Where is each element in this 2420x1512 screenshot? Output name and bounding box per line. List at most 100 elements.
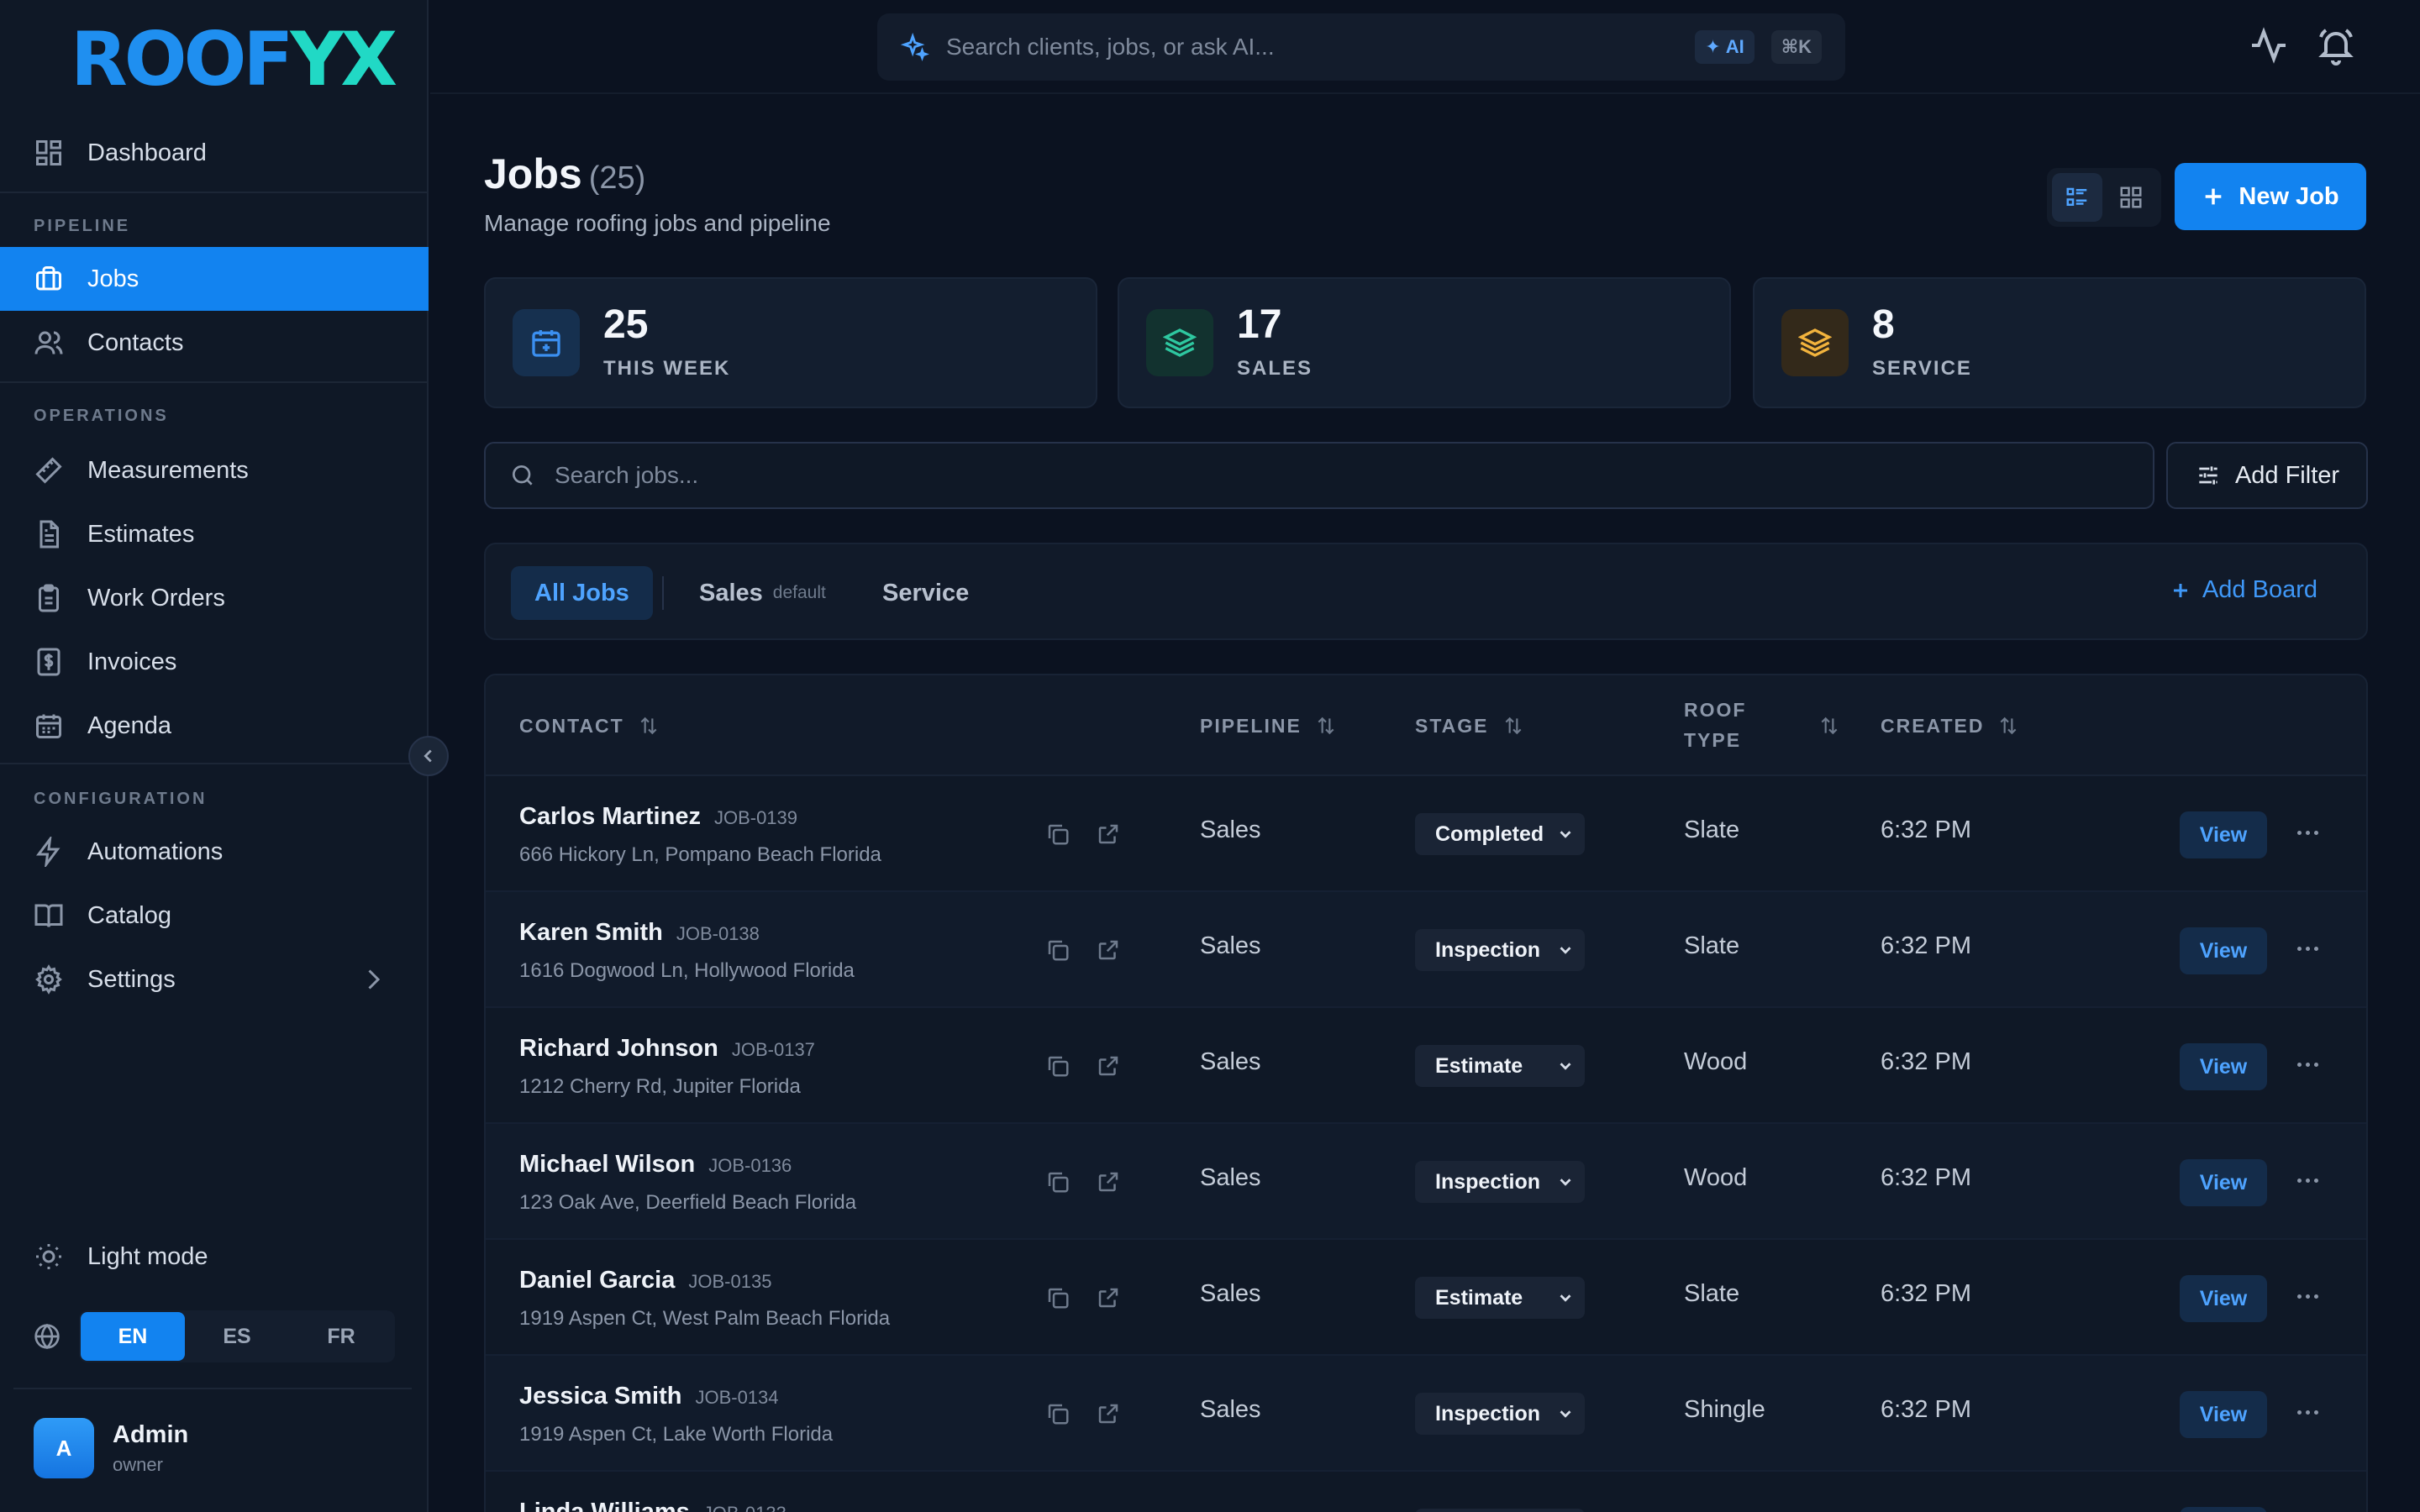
- more-options-button[interactable]: [2291, 1399, 2324, 1425]
- column-pipeline[interactable]: PIPELINE: [1200, 675, 1337, 776]
- more-options-button[interactable]: [2291, 936, 2324, 961]
- app-logo[interactable]: ROOFYX: [71, 16, 397, 102]
- tab-all-jobs[interactable]: All Jobs: [511, 566, 653, 620]
- light-mode-toggle[interactable]: Light mode: [0, 1225, 429, 1289]
- roof-type-cell: Wood: [1684, 1164, 1748, 1191]
- stage-select[interactable]: Completed: [1415, 813, 1585, 855]
- stage-select[interactable]: Inspection: [1415, 1509, 1585, 1512]
- more-options-button[interactable]: [2291, 1284, 2324, 1309]
- contact-name[interactable]: Richard Johnson JOB-0137: [519, 1035, 815, 1063]
- bell-icon[interactable]: [2316, 25, 2356, 66]
- copy-icon[interactable]: [1045, 937, 1071, 963]
- copy-icon[interactable]: [1045, 1169, 1071, 1194]
- sidebar-item-work-orders[interactable]: Work Orders: [0, 566, 429, 630]
- sidebar-item-measurements[interactable]: Measurements: [0, 438, 429, 502]
- view-button[interactable]: View: [2180, 1507, 2267, 1512]
- sort-icon: [2001, 717, 2017, 735]
- dot-icon: [2313, 1178, 2318, 1183]
- list-view-button[interactable]: [2052, 173, 2102, 222]
- column-created[interactable]: CREATED: [1881, 675, 2019, 776]
- more-options-button[interactable]: [2291, 1052, 2324, 1077]
- roof-type-cell: Slate: [1684, 816, 1740, 843]
- table-row[interactable]: Richard Johnson JOB-0137 1212 Cherry Rd, …: [486, 1008, 2366, 1124]
- sidebar-item-automations[interactable]: Automations: [0, 820, 429, 884]
- sidebar-item-jobs[interactable]: Jobs: [0, 247, 429, 311]
- collapse-sidebar-button[interactable]: [408, 736, 449, 776]
- sidebar-item-estimates[interactable]: Estimates: [0, 502, 429, 566]
- add-board-button[interactable]: Add Board: [2170, 576, 2317, 604]
- view-button[interactable]: View: [2180, 1275, 2267, 1322]
- language-en-button[interactable]: EN: [81, 1312, 185, 1361]
- language-fr-button[interactable]: FR: [289, 1312, 393, 1361]
- dot-icon: [2296, 1410, 2302, 1415]
- sidebar-item-catalog[interactable]: Catalog: [0, 884, 429, 948]
- sidebar-divider: [0, 381, 429, 383]
- stat-icon-box: [1146, 309, 1213, 376]
- language-es-button[interactable]: ES: [185, 1312, 289, 1361]
- stage-select[interactable]: Inspection: [1415, 1393, 1585, 1435]
- stage-select[interactable]: Inspection: [1415, 1161, 1585, 1203]
- copy-icon[interactable]: [1045, 1285, 1071, 1310]
- external-link-icon[interactable]: [1096, 822, 1121, 847]
- column-label: TYPE: [1684, 729, 1742, 751]
- job-search-placeholder: Search jobs...: [555, 462, 699, 488]
- external-link-icon[interactable]: [1096, 1285, 1121, 1310]
- view-button[interactable]: View: [2180, 811, 2267, 858]
- sidebar-item-dashboard[interactable]: Dashboard: [0, 121, 429, 185]
- external-link-icon[interactable]: [1096, 937, 1121, 963]
- more-options-button[interactable]: [2291, 820, 2324, 845]
- view-button[interactable]: View: [2180, 1391, 2267, 1438]
- global-search-input[interactable]: Search clients, jobs, or ask AI... ✦ AI ⌘…: [877, 13, 1845, 81]
- sidebar-item-agenda[interactable]: Agenda: [0, 694, 429, 758]
- new-job-button[interactable]: New Job: [2175, 163, 2366, 230]
- table-row[interactable]: Jessica Smith JOB-0134 1919 Aspen Ct, Lak…: [486, 1356, 2366, 1472]
- more-options-button[interactable]: [2291, 1168, 2324, 1193]
- tab-service[interactable]: Service: [859, 566, 992, 620]
- external-link-icon[interactable]: [1096, 1053, 1121, 1079]
- contact-name[interactable]: Carlos Martinez JOB-0139: [519, 803, 797, 831]
- stage-select[interactable]: Estimate: [1415, 1045, 1585, 1087]
- grid-view-button[interactable]: [2106, 173, 2156, 222]
- tab-sales[interactable]: Sales default: [676, 566, 850, 620]
- external-link-icon[interactable]: [1096, 1169, 1121, 1194]
- table-row[interactable]: Michael Wilson JOB-0136 123 Oak Ave, Deer…: [486, 1124, 2366, 1240]
- job-search-input[interactable]: Search jobs...: [484, 442, 2154, 509]
- table-row[interactable]: Karen Smith JOB-0138 1616 Dogwood Ln, Hol…: [486, 892, 2366, 1008]
- contact-name[interactable]: Michael Wilson JOB-0136: [519, 1151, 792, 1179]
- stage-select[interactable]: Estimate: [1415, 1277, 1585, 1319]
- sidebar-item-invoices[interactable]: Invoices: [0, 630, 429, 694]
- sidebar-item-contacts[interactable]: Contacts: [0, 311, 429, 375]
- user-profile[interactable]: A Admin owner: [34, 1418, 188, 1478]
- add-filter-button[interactable]: Add Filter: [2166, 442, 2368, 509]
- contact-name[interactable]: Karen Smith JOB-0138: [519, 919, 760, 947]
- table-row[interactable]: Daniel Garcia JOB-0135 1919 Aspen Ct, Wes…: [486, 1240, 2366, 1356]
- dot-icon: [2313, 946, 2318, 951]
- created-cell: 6:32 PM: [1881, 1164, 1971, 1191]
- contact-name[interactable]: Jessica Smith JOB-0134: [519, 1383, 779, 1410]
- sidebar-item-settings[interactable]: Settings: [0, 948, 429, 1011]
- table-row[interactable]: Carlos Martinez JOB-0139 666 Hickory Ln, …: [486, 776, 2366, 892]
- column-stage[interactable]: STAGE: [1415, 675, 1524, 776]
- column-roof-type[interactable]: ROOF TYPE: [1684, 675, 1840, 776]
- tab-label: Service: [882, 579, 970, 606]
- dot-icon: [2305, 1062, 2310, 1067]
- contact-name-text: Daniel Garcia: [519, 1267, 676, 1294]
- activity-icon[interactable]: [2249, 25, 2289, 66]
- nav-section-pipeline: PIPELINE: [34, 217, 131, 235]
- external-link-icon[interactable]: [1096, 1401, 1121, 1426]
- stage-select[interactable]: Inspection: [1415, 929, 1585, 971]
- sidebar-item-label: Dashboard: [87, 139, 207, 166]
- copy-icon[interactable]: [1045, 822, 1071, 847]
- copy-icon[interactable]: [1045, 1401, 1071, 1426]
- ai-chip[interactable]: ✦ AI: [1695, 30, 1754, 64]
- contact-name[interactable]: Daniel Garcia JOB-0135: [519, 1267, 771, 1294]
- column-contact[interactable]: CONTACT: [519, 675, 660, 776]
- contact-name[interactable]: Linda Williams JOB-0133: [519, 1499, 786, 1512]
- copy-icon[interactable]: [1045, 1053, 1071, 1079]
- table-row[interactable]: Linda WilliamsJOB-0133 Sales Inspection …: [486, 1472, 2366, 1512]
- shortcut-hint: ⌘K: [1770, 30, 1822, 64]
- dot-icon: [2296, 946, 2302, 951]
- view-button[interactable]: View: [2180, 1159, 2267, 1206]
- view-button[interactable]: View: [2180, 1043, 2267, 1090]
- view-button[interactable]: View: [2180, 927, 2267, 974]
